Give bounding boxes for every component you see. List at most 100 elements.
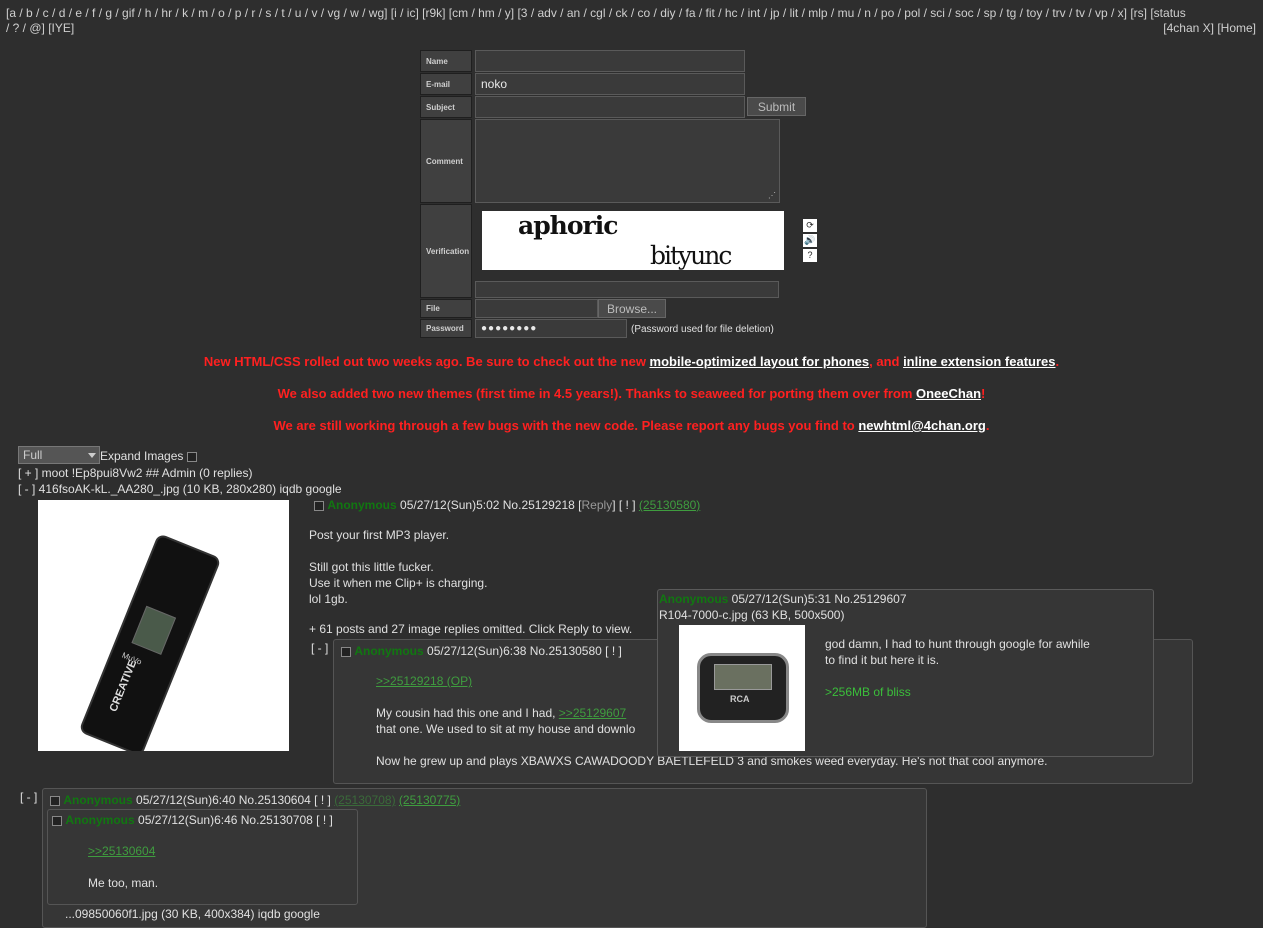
preview-text-2: to find it but here it is.: [825, 653, 940, 667]
verification-label: Verification: [420, 204, 472, 298]
email-link[interactable]: newhtml@4chan.org: [858, 418, 986, 433]
quote-link[interactable]: >>25130604: [88, 844, 155, 858]
board-list-right[interactable]: [4chan X] [Home]: [1163, 21, 1256, 36]
reload-icon[interactable]: ⟳: [803, 219, 817, 232]
post-date: 05/27/12(Sun)5:31 No.25129607: [728, 592, 907, 606]
poster-name: Anonymous: [327, 498, 397, 512]
poster-name: Anonymous: [65, 813, 135, 827]
captcha-word-2: bityunc: [650, 241, 732, 270]
news-text: We are still working through a few bugs …: [273, 418, 859, 433]
backlink[interactable]: (25130775): [399, 793, 460, 807]
password-note: (Password used for file deletion): [631, 324, 774, 335]
post-checkbox[interactable]: [52, 815, 62, 826]
report-button[interactable]: [ ! ]: [619, 498, 636, 512]
preview-header: Anonymous 05/27/12(Sun)5:31 No.25129607: [659, 592, 907, 606]
board-list-links[interactable]: [a / b / c / d / e / f / g / gif / h / h…: [6, 6, 1256, 21]
quote-link[interactable]: >>25129218 (OP): [376, 674, 472, 688]
email-label: E-mail: [420, 73, 472, 95]
inline-reply-text: Me too, man.: [88, 876, 159, 890]
file-field[interactable]: [475, 299, 598, 318]
preview-image[interactable]: RCA: [679, 625, 805, 751]
captcha-field[interactable]: [475, 281, 779, 298]
op-image[interactable]: MuVo CREATIVE: [38, 500, 289, 751]
post-date: 05/27/12(Sun)6:46 No.25130708: [134, 813, 317, 827]
op-file-info: [ - ] 416fsoAK-kL._AA280_.jpg (10 KB, 28…: [18, 482, 342, 496]
news-line-2: We also added two new themes (first time…: [0, 386, 1263, 401]
audio-icon[interactable]: 🔊: [803, 234, 817, 247]
reply-post: Anonymous 05/27/12(Sun)6:40 No.25130604 …: [42, 788, 927, 928]
comment-label: Comment: [420, 119, 472, 203]
news-line-1: New HTML/CSS rolled out two weeks ago. B…: [0, 354, 1263, 369]
op-post-header: Anonymous 05/27/12(Sun)5:02 No.25129218 …: [314, 498, 700, 512]
poster-name: Anonymous: [63, 793, 133, 807]
mobile-layout-link[interactable]: mobile-optimized layout for phones: [650, 354, 870, 369]
help-icon[interactable]: ?: [803, 249, 817, 262]
report-button[interactable]: [ ! ]: [605, 644, 622, 658]
name-field[interactable]: [475, 50, 745, 72]
subject-field[interactable]: [475, 96, 745, 118]
player-brand: RCA: [730, 694, 750, 704]
google-link[interactable]: google: [306, 482, 342, 496]
preview-file-size: (63 KB, 500x500): [747, 608, 845, 622]
sticky-thread[interactable]: [ + ] moot !Ep8pui8Vw2 ## Admin (0 repli…: [18, 466, 252, 480]
news-text: We also added two new themes (first time…: [277, 386, 916, 401]
op-file-link[interactable]: 416fsoAK-kL._AA280_.jpg: [39, 482, 180, 496]
expand-images-checkbox[interactable]: [186, 451, 197, 462]
password-field[interactable]: ●●●●●●●●: [475, 319, 627, 338]
post-date: 05/27/12(Sun)5:02 No.25129218: [396, 498, 579, 512]
name-label: Name: [420, 50, 472, 72]
file-label: File: [420, 299, 472, 318]
op-quote-link: >>25129218 (OP): [376, 674, 472, 688]
backlink[interactable]: (25130580): [639, 498, 700, 512]
browse-button[interactable]: Browse...: [598, 299, 666, 318]
player-shape: RCA: [697, 653, 789, 723]
reply-text: My cousin had this one and I had,: [376, 706, 559, 720]
captcha-image: aphoric bityunc: [482, 211, 784, 270]
password-label: Password: [420, 319, 472, 338]
omitted-notice: + 61 posts and 27 image replies omitted.…: [309, 622, 633, 636]
hide-toggle[interactable]: [ - ]: [18, 482, 39, 496]
preview-text-1: god damn, I had to hunt through google f…: [825, 637, 1090, 651]
inline-reply-header: Anonymous 05/27/12(Sun)6:46 No.25130708 …: [52, 813, 333, 827]
poster-name: Anonymous: [659, 592, 729, 606]
news-line-3: We are still working through a few bugs …: [0, 418, 1263, 433]
op-comment-2: Still got this little fucker.: [309, 560, 434, 574]
preview-greentext: >256MB of bliss: [825, 685, 911, 699]
subject-label: Subject: [420, 96, 472, 118]
post-checkbox[interactable]: [314, 500, 324, 511]
board-list-links-2[interactable]: / ? / @] [IYE]: [6, 21, 1256, 36]
mp3-player-shape: MuVo: [80, 535, 220, 751]
board-list: [a / b / c / d / e / f / g / gif / h / h…: [6, 6, 1256, 36]
news-text: , and: [869, 354, 904, 369]
reply-toggle[interactable]: [ - ]: [311, 641, 328, 655]
backlink[interactable]: (25130708): [334, 793, 395, 807]
reply-toggle[interactable]: [ - ]: [20, 790, 37, 804]
preview-file-link[interactable]: R104-7000-c.jpg: [659, 608, 748, 622]
quote-preview: Anonymous 05/27/12(Sun)5:31 No.25129607 …: [657, 589, 1154, 757]
iqdb-link[interactable]: iqdb: [280, 482, 303, 496]
reply-text-1: My cousin had this one and I had, >>2512…: [376, 706, 626, 720]
report-button[interactable]: [ ! ]: [316, 813, 333, 827]
player-screen: [714, 664, 772, 690]
submit-button[interactable]: Submit: [747, 97, 806, 116]
oneechan-link[interactable]: OneeChan: [916, 386, 981, 401]
email-field[interactable]: noko: [475, 73, 745, 95]
captcha-word-1: aphoric: [518, 211, 618, 240]
reply-text-2: that one. We used to sit at my house and…: [376, 722, 636, 736]
resize-handle-icon[interactable]: ⋰: [768, 191, 776, 200]
reply-bracket: ]: [612, 498, 616, 512]
op-comment-4: lol 1gb.: [309, 592, 348, 606]
op-file-size: (10 KB, 280x280): [179, 482, 280, 496]
op-comment-1: Post your first MP3 player.: [309, 528, 450, 542]
post-checkbox[interactable]: [50, 795, 60, 806]
news-text: !: [981, 386, 986, 401]
post-date: 05/27/12(Sun)6:40 No.25130604: [132, 793, 315, 807]
op-comment-3: Use it when me Clip+ is charging.: [309, 576, 488, 590]
quote-link[interactable]: >>25129607: [559, 706, 626, 720]
extension-features-link[interactable]: inline extension features: [903, 354, 1055, 369]
reply-link[interactable]: Reply: [582, 498, 613, 512]
report-button[interactable]: [ ! ]: [314, 793, 331, 807]
image-size-select[interactable]: Full: [18, 446, 100, 464]
comment-field[interactable]: ⋰: [475, 119, 780, 203]
post-checkbox[interactable]: [341, 646, 351, 657]
